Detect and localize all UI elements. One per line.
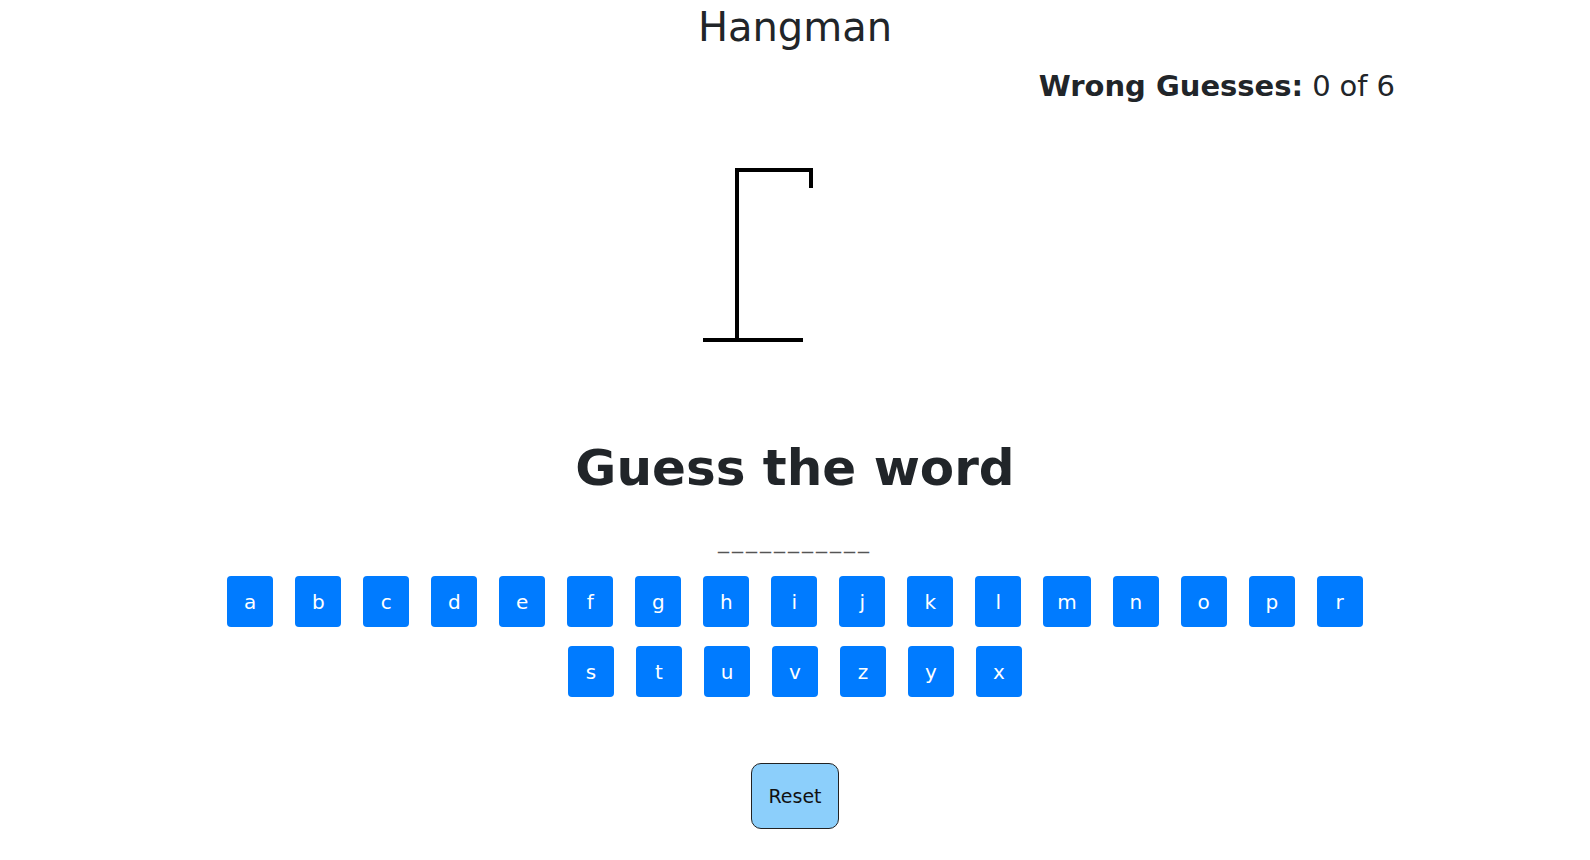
wrong-guesses-label: Wrong Guesses:: [1039, 68, 1303, 104]
letter-button[interactable]: r: [1317, 576, 1363, 627]
gallows-rope: [809, 170, 813, 186]
letter-button[interactable]: b: [295, 576, 341, 627]
keyboard: abcdefghijklmnopr stuvzyx: [227, 576, 1362, 697]
letter-button[interactable]: o: [1181, 576, 1227, 627]
letter-button[interactable]: f: [567, 576, 613, 627]
letter-button[interactable]: z: [840, 646, 886, 697]
letter-button[interactable]: h: [703, 576, 749, 627]
gallows-pole: [735, 170, 739, 340]
gallows-area: [670, 160, 920, 360]
gallows-beam: [737, 168, 811, 172]
reset-row: Reset: [751, 763, 839, 829]
keyboard-row: stuvzyx: [568, 646, 1022, 697]
letter-button[interactable]: x: [976, 646, 1022, 697]
wrong-guesses-count: 0: [1312, 68, 1330, 104]
letter-button[interactable]: k: [907, 576, 953, 627]
gallows-base: [705, 338, 801, 342]
letter-button[interactable]: e: [499, 576, 545, 627]
letter-button[interactable]: v: [772, 646, 818, 697]
reset-button[interactable]: Reset: [751, 763, 839, 829]
letter-button[interactable]: i: [771, 576, 817, 627]
prompt-heading: Guess the word: [575, 438, 1014, 498]
letter-button[interactable]: d: [431, 576, 477, 627]
hangman-page: HangmanWrong Guesses:0of6Guess the word_…: [0, 0, 1590, 860]
letter-button[interactable]: l: [975, 576, 1021, 627]
letter-button[interactable]: y: [908, 646, 954, 697]
letter-button[interactable]: p: [1249, 576, 1295, 627]
letter-button[interactable]: j: [839, 576, 885, 627]
letter-button[interactable]: m: [1043, 576, 1090, 627]
wrong-guesses-separator: of: [1340, 68, 1368, 104]
letter-button[interactable]: c: [363, 576, 409, 627]
letter-button[interactable]: g: [635, 576, 681, 627]
gallows-icon: [670, 160, 920, 360]
status-row: Wrong Guesses:0 of6: [195, 68, 1395, 104]
letter-button[interactable]: u: [704, 646, 750, 697]
wrong-guesses-max: 6: [1377, 68, 1395, 104]
letter-button[interactable]: n: [1113, 576, 1159, 627]
letter-button[interactable]: t: [636, 646, 682, 697]
letter-button[interactable]: s: [568, 646, 614, 697]
letter-button[interactable]: a: [227, 576, 273, 627]
keyboard-row: abcdefghijklmnopr: [227, 576, 1362, 627]
wrong-guesses: Wrong Guesses:0 of6: [1039, 68, 1395, 104]
page-title: Hangman: [698, 3, 892, 51]
word-mask: ___________: [718, 526, 872, 556]
